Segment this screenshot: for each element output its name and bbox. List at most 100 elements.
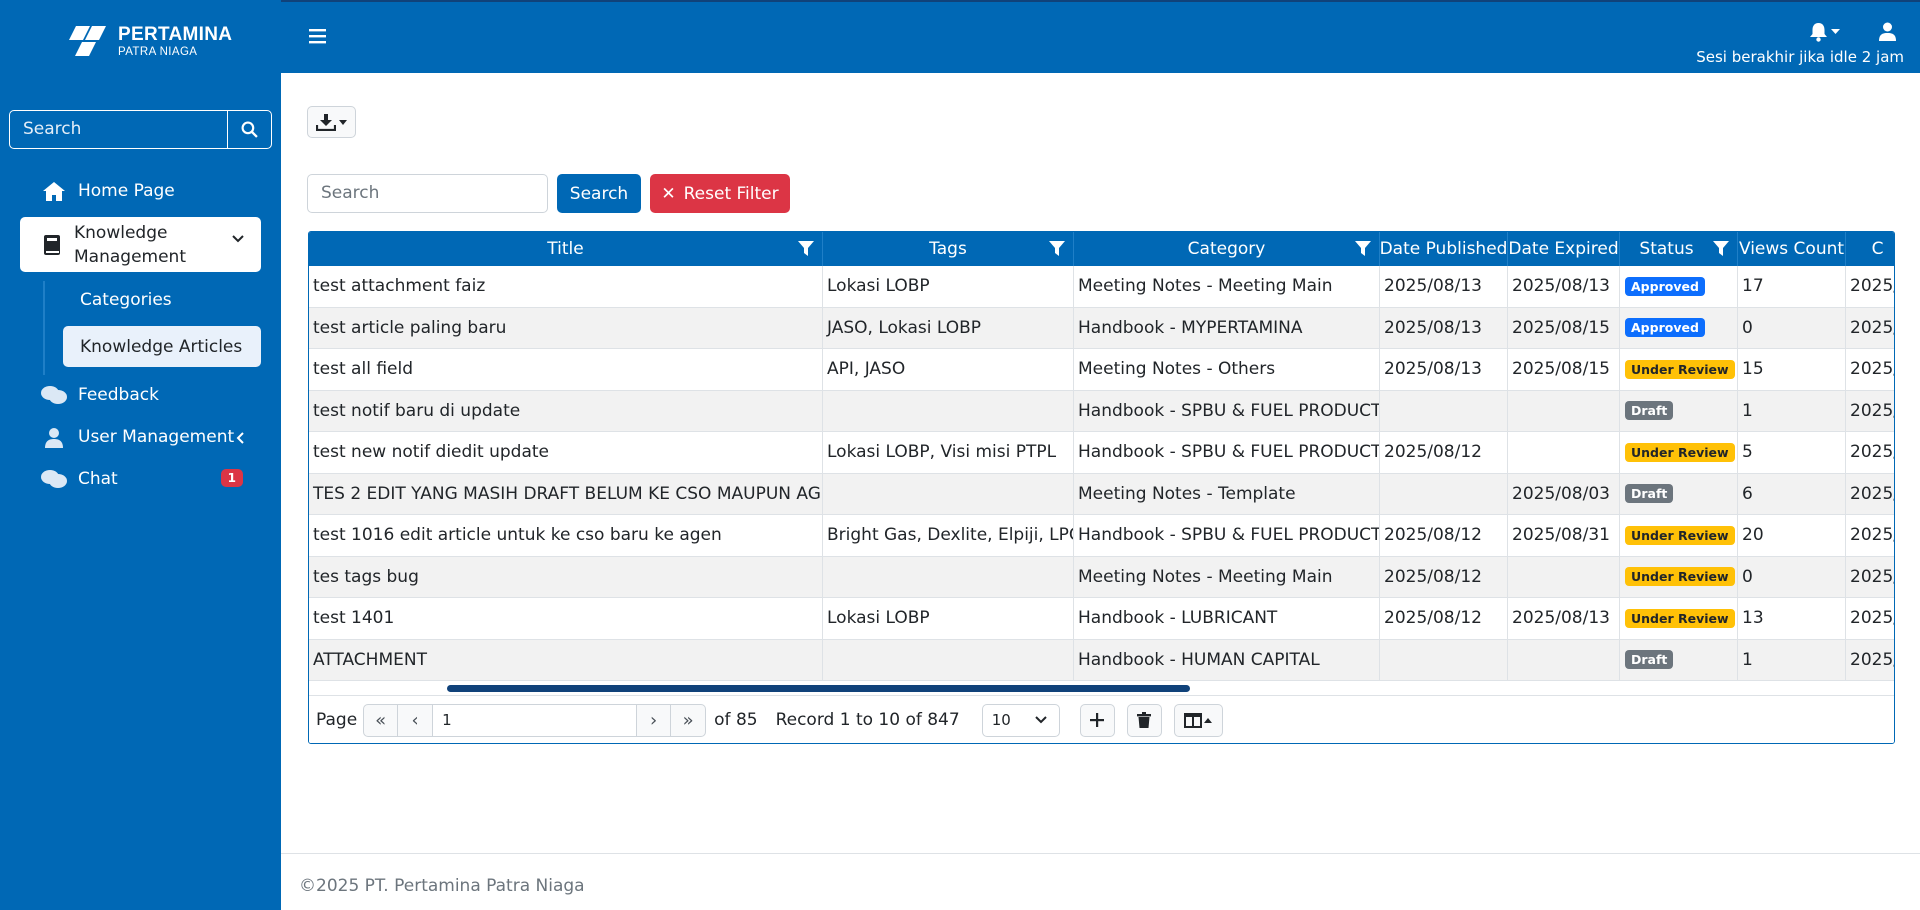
table-cell-status: Draft <box>1620 473 1738 514</box>
chat-icon <box>40 468 68 490</box>
columns-icon <box>1184 712 1203 728</box>
table-row[interactable]: test new notif diedit update Lokasi LOBP,… <box>309 432 1894 474</box>
table-row[interactable]: TES 2 EDIT YANG MASIH DRAFT BELUM KE CSO… <box>309 473 1894 515</box>
sidebar-item-feedback[interactable]: Feedback <box>20 382 261 408</box>
sidebar-item-categories[interactable]: Categories <box>63 279 261 320</box>
status-badge: Under Review <box>1625 567 1735 587</box>
table-cell-expired: 2025/08/31 <box>1508 515 1620 556</box>
filter-icon[interactable] <box>798 241 814 256</box>
table-cell-published: 2025/08/12 <box>1380 598 1508 639</box>
table-row[interactable]: test 1401 Lokasi LOBP Handbook - LUBRICANT… <box>309 598 1894 640</box>
add-button[interactable] <box>1079 703 1115 737</box>
table-row[interactable]: test all field API, JASO Meeting Notes - O… <box>309 349 1894 391</box>
sidebar-item-knowledge-management[interactable]: Knowledge Management <box>20 217 261 272</box>
column-header-extra[interactable]: C <box>1846 232 1894 266</box>
table-cell-category: Handbook - LUBRICANT <box>1074 598 1380 639</box>
table-row[interactable]: test notif baru di update Handbook - SPBU… <box>309 390 1894 432</box>
column-header-category[interactable]: Category <box>1074 232 1380 266</box>
caret-down-icon <box>339 119 347 125</box>
search-icon <box>241 121 258 138</box>
table-cell-published <box>1380 639 1508 680</box>
sidebar-item-label: Knowledge Management <box>74 222 186 267</box>
horizontal-scrollbar[interactable] <box>447 685 1190 692</box>
table-cell-published: 2025/08/12 <box>1380 515 1508 556</box>
page-size-select[interactable]: 10 <box>981 703 1060 737</box>
delete-button[interactable] <box>1126 703 1162 737</box>
brand-logo[interactable]: PERTAMINA PATRA NIAGA <box>64 22 232 62</box>
export-button[interactable] <box>307 106 356 138</box>
table-cell-tags: Lokasi LOBP <box>823 598 1074 639</box>
table-cell-views: 20 <box>1738 515 1846 556</box>
column-header-date-published[interactable]: Date Published <box>1380 232 1508 266</box>
sidebar-item-user-management[interactable]: User Management <box>20 424 261 450</box>
table-cell-status: Under Review <box>1620 515 1738 556</box>
table-cell-category: Handbook - MYPERTAMINA <box>1074 307 1380 348</box>
record-count: Record 1 to 10 of 847 <box>775 710 960 730</box>
close-icon: ✕ <box>661 183 676 204</box>
table-cell-views: 13 <box>1738 598 1846 639</box>
table-cell-category: Handbook - HUMAN CAPITAL <box>1074 639 1380 680</box>
table-cell-tags: API, JASO <box>823 349 1074 390</box>
table-cell-views: 1 <box>1738 390 1846 431</box>
table-cell-status: Approved <box>1620 307 1738 348</box>
table-cell-expired <box>1508 432 1620 473</box>
page-number-input[interactable]: 1 <box>433 703 637 737</box>
filter-icon[interactable] <box>1713 241 1729 256</box>
last-page-button[interactable]: » <box>671 703 707 737</box>
reset-filter-button[interactable]: ✕ Reset Filter <box>650 174 790 213</box>
table-cell-tags: Lokasi LOBP <box>823 266 1074 307</box>
table-row[interactable]: ATTACHMENT Handbook - HUMAN CAPITAL Draft 1… <box>309 639 1894 681</box>
column-label: Status <box>1639 239 1694 259</box>
hamburger-menu-icon[interactable] <box>309 28 326 44</box>
table-row[interactable]: tes tags bug Meeting Notes - Meeting Main… <box>309 556 1894 598</box>
sidebar-search-button[interactable] <box>228 111 271 148</box>
table-cell-expired <box>1508 390 1620 431</box>
sidebar-item-chat[interactable]: Chat 1 <box>20 466 261 492</box>
table-row[interactable]: test attachment faiz Lokasi LOBP Meeting N… <box>309 266 1894 308</box>
column-header-title[interactable]: Title <box>309 232 823 266</box>
table-cell-title: test 1016 edit article untuk ke cso baru… <box>309 515 823 556</box>
search-button[interactable]: Search <box>557 174 641 213</box>
column-label: Date Published <box>1379 239 1508 259</box>
table-cell-status: Approved <box>1620 266 1738 307</box>
plus-icon <box>1090 713 1105 727</box>
filter-icon[interactable] <box>1355 241 1371 256</box>
table-cell-title: test article paling baru <box>309 307 823 348</box>
reset-filter-label: Reset Filter <box>683 183 779 204</box>
table-cell-status: Under Review <box>1620 598 1738 639</box>
chat-count-badge: 1 <box>220 469 243 487</box>
column-header-views-count[interactable]: Views Count <box>1738 232 1846 266</box>
table-cell-expired: 2025/08/15 <box>1508 349 1620 390</box>
column-toggle-button[interactable] <box>1173 703 1223 737</box>
next-page-button[interactable]: › <box>636 703 672 737</box>
column-header-status[interactable]: Status <box>1620 232 1738 266</box>
caret-down-icon <box>1831 29 1840 34</box>
search-input[interactable]: Search <box>307 174 548 213</box>
table-cell-tags: Bright Gas, Dexlite, Elpiji, LPG <box>823 515 1074 556</box>
prev-page-button[interactable]: ‹ <box>398 703 434 737</box>
filter-icon[interactable] <box>1049 241 1065 256</box>
table-cell-published: 2025/08/12 <box>1380 556 1508 597</box>
column-header-date-expired[interactable]: Date Expired <box>1508 232 1620 266</box>
table-cell-status: Under Review <box>1620 349 1738 390</box>
notifications-button[interactable] <box>1809 22 1840 42</box>
table-cell-tags: JASO, Lokasi LOBP <box>823 307 1074 348</box>
table-row[interactable]: test 1016 edit article untuk ke cso baru… <box>309 515 1894 557</box>
sidebar-search-input[interactable]: Search <box>10 111 228 148</box>
table-row[interactable]: test article paling baru JASO, Lokasi LOB… <box>309 307 1894 349</box>
sidebar-item-home[interactable]: Home Page <box>20 178 261 204</box>
user-profile-icon[interactable] <box>1879 22 1896 41</box>
table-cell-title: test 1401 <box>309 598 823 639</box>
column-header-tags[interactable]: Tags <box>823 232 1074 266</box>
table-cell-views: 1 <box>1738 639 1846 680</box>
column-label: Views Count <box>1738 239 1845 259</box>
table-cell-extra: 2025/ <box>1846 474 1894 515</box>
sidebar-item-label: Home Page <box>78 181 175 201</box>
sidebar-item-knowledge-articles[interactable]: Knowledge Articles <box>63 326 261 367</box>
articles-table: Title Tags Category Date Published Date … <box>308 231 1895 744</box>
sidebar-item-label: User Management <box>78 427 235 447</box>
first-page-button[interactable]: « <box>363 703 399 737</box>
table-cell-views: 5 <box>1738 432 1846 473</box>
table-cell-expired: 2025/08/15 <box>1508 307 1620 348</box>
trash-icon <box>1137 712 1152 728</box>
